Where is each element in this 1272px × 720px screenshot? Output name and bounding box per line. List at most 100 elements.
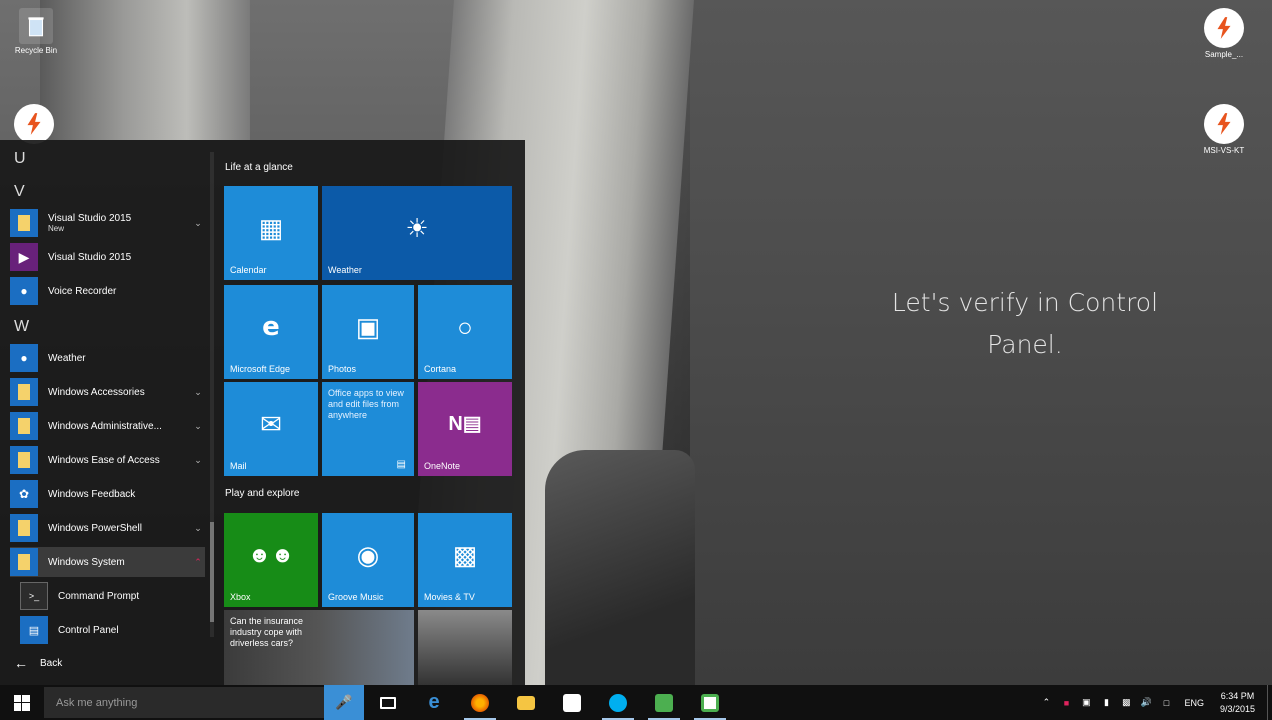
microphone-icon: 🎤 [335,694,353,710]
app-visual-studio-2015-folder[interactable]: Visual Studio 2015 New ⌄ [10,208,205,238]
tile-label: Mail [230,461,247,471]
app-label: Visual Studio 2015 [48,213,132,224]
app-label: Windows Feedback [48,488,136,500]
chevron-up-icon[interactable]: ⌃ [1038,697,1054,708]
group-title-play-and-explore[interactable]: Play and explore [225,488,300,499]
camtasia-icon [655,693,673,712]
taskbar-camtasia-recorder[interactable] [688,685,732,720]
tile-label: Microsoft Edge [230,364,291,374]
scrollbar-thumb[interactable] [210,522,214,622]
app-windows-ease-of-access[interactable]: Windows Ease of Access ⌄ [10,445,205,475]
app-label: Windows PowerShell [48,522,142,534]
show-desktop-button[interactable] [1267,685,1272,720]
display-icon[interactable]: ▣ [1078,697,1094,708]
tile-cortana[interactable]: ○ Cortana [418,285,512,379]
command-prompt-icon: >_ [20,582,48,610]
chevron-down-icon[interactable]: ⌄ [191,387,205,398]
edge-icon: e [262,312,280,343]
clock[interactable]: 6:34 PM 9/3/2015 [1220,690,1255,716]
battery-icon[interactable]: ▮ [1098,697,1114,708]
clock-date: 9/3/2015 [1219,703,1255,714]
app-control-panel[interactable]: ▤ Control Panel [20,615,205,645]
chevron-down-icon[interactable]: ⌄ [191,455,205,466]
tile-label: Cortana [424,364,457,374]
app-label: Windows Accessories [48,386,145,398]
volume-icon[interactable]: 🔊 [1138,697,1154,708]
tile-weather[interactable]: ☀ Weather [322,186,512,280]
sun-icon: ● [10,344,38,372]
cortana-mic-button[interactable]: 🎤 [324,685,364,720]
app-windows-feedback[interactable]: ✿ Windows Feedback [10,479,205,509]
app-windows-system[interactable]: Windows System ⌃ [10,547,205,577]
action-center-icon[interactable]: □ [1158,698,1174,708]
lightning-icon [1204,8,1244,48]
tile-xbox[interactable]: ☻☻ Xbox [224,513,318,607]
tile-photos[interactable]: ▣ Photos [322,285,414,379]
chevron-down-icon[interactable]: ⌄ [191,218,205,229]
tile-mail[interactable]: ✉ Mail [224,382,318,476]
desktop-icon-shortcut-mid-right[interactable]: MSI-VS-KT [1188,104,1260,155]
tile-groove-music[interactable]: ◉ Groove Music [322,513,414,607]
app-weather[interactable]: ● Weather [10,343,205,373]
tile-microsoft-edge[interactable]: e Microsoft Edge [224,285,318,379]
app-voice-recorder[interactable]: ● Voice Recorder [10,276,205,306]
tile-calendar[interactable]: ▦ Calendar [224,186,318,280]
windows-logo-icon [14,694,30,711]
chevron-down-icon[interactable]: ⌄ [191,523,205,534]
task-view-icon [380,696,396,709]
tile-label: Calendar [230,265,267,275]
taskbar-firefox[interactable] [458,685,502,720]
search-placeholder: Ask me anything [56,696,138,709]
tile-news[interactable]: Can the insurance industry cope with dri… [224,610,414,685]
tile-news-photo[interactable] [418,610,512,685]
letter-header-u[interactable]: U [14,150,26,168]
xbox-avatars-icon: ☻☻ [247,542,295,568]
start-menu: U V Visual Studio 2015 New ⌄ ▶ Visual Stu… [0,140,525,685]
letter-header-w[interactable]: W [14,318,29,336]
app-tray-icon[interactable]: ■ [1058,698,1074,708]
app-windows-administrative-tools[interactable]: Windows Administrative... ⌄ [10,411,205,441]
app-label: Windows Ease of Access [48,454,160,466]
desktop-icon-label: Recycle Bin [14,46,58,55]
tile-movies-tv[interactable]: ▩ Movies & TV [418,513,512,607]
chevron-up-icon[interactable]: ⌃ [191,557,205,568]
taskbar-edge[interactable]: e [412,685,456,720]
news-headline: Can the insurance industry cope with dri… [230,616,304,648]
app-label: Weather [48,352,86,364]
tile-label: Photos [328,364,357,374]
app-list-scrollbar[interactable] [210,152,214,637]
folder-icon [10,412,38,440]
task-view-button[interactable] [366,685,410,720]
folder-icon [517,695,535,710]
group-title-life-at-a-glance[interactable]: Life at a glance [225,162,293,173]
back-button[interactable]: ← Back [14,655,62,671]
tile-label: Xbox [230,592,251,602]
app-label: Voice Recorder [48,285,117,297]
taskbar-camtasia[interactable] [642,685,686,720]
tile-onenote[interactable]: N▤ OneNote [418,382,512,476]
visual-studio-icon: ▶ [10,243,38,271]
desktop-icon-shortcut-top-right[interactable]: Sample_... [1188,8,1260,59]
tile-label: OneNote [424,461,461,471]
tile-label: Weather [328,265,362,275]
network-icon[interactable]: ▩ [1118,697,1134,708]
input-language[interactable]: ENG [1184,698,1204,708]
app-windows-accessories[interactable]: Windows Accessories ⌄ [10,377,205,407]
folder-icon [10,548,38,576]
tile-office-apps[interactable]: Office apps to view and edit files from … [322,382,414,476]
letter-header-v[interactable]: V [14,183,25,201]
start-button[interactable] [0,685,44,720]
cortana-search-input[interactable]: Ask me anything [44,687,324,718]
desktop-icon-recycle-bin[interactable]: Recycle Bin [0,8,72,55]
taskbar-skype[interactable] [596,685,640,720]
chevron-down-icon[interactable]: ⌄ [191,421,205,432]
taskbar-store[interactable] [550,685,594,720]
app-visual-studio-2015[interactable]: ▶ Visual Studio 2015 [10,242,205,272]
desktop-icon-label: MSI-VS-KT [1203,146,1245,155]
app-windows-powershell[interactable]: Windows PowerShell ⌄ [10,513,205,543]
mail-icon: ✉ [260,409,282,440]
app-command-prompt[interactable]: >_ Command Prompt [20,581,205,611]
lightning-icon [14,104,54,144]
microphone-icon: ● [10,277,38,305]
taskbar-file-explorer[interactable] [504,685,548,720]
